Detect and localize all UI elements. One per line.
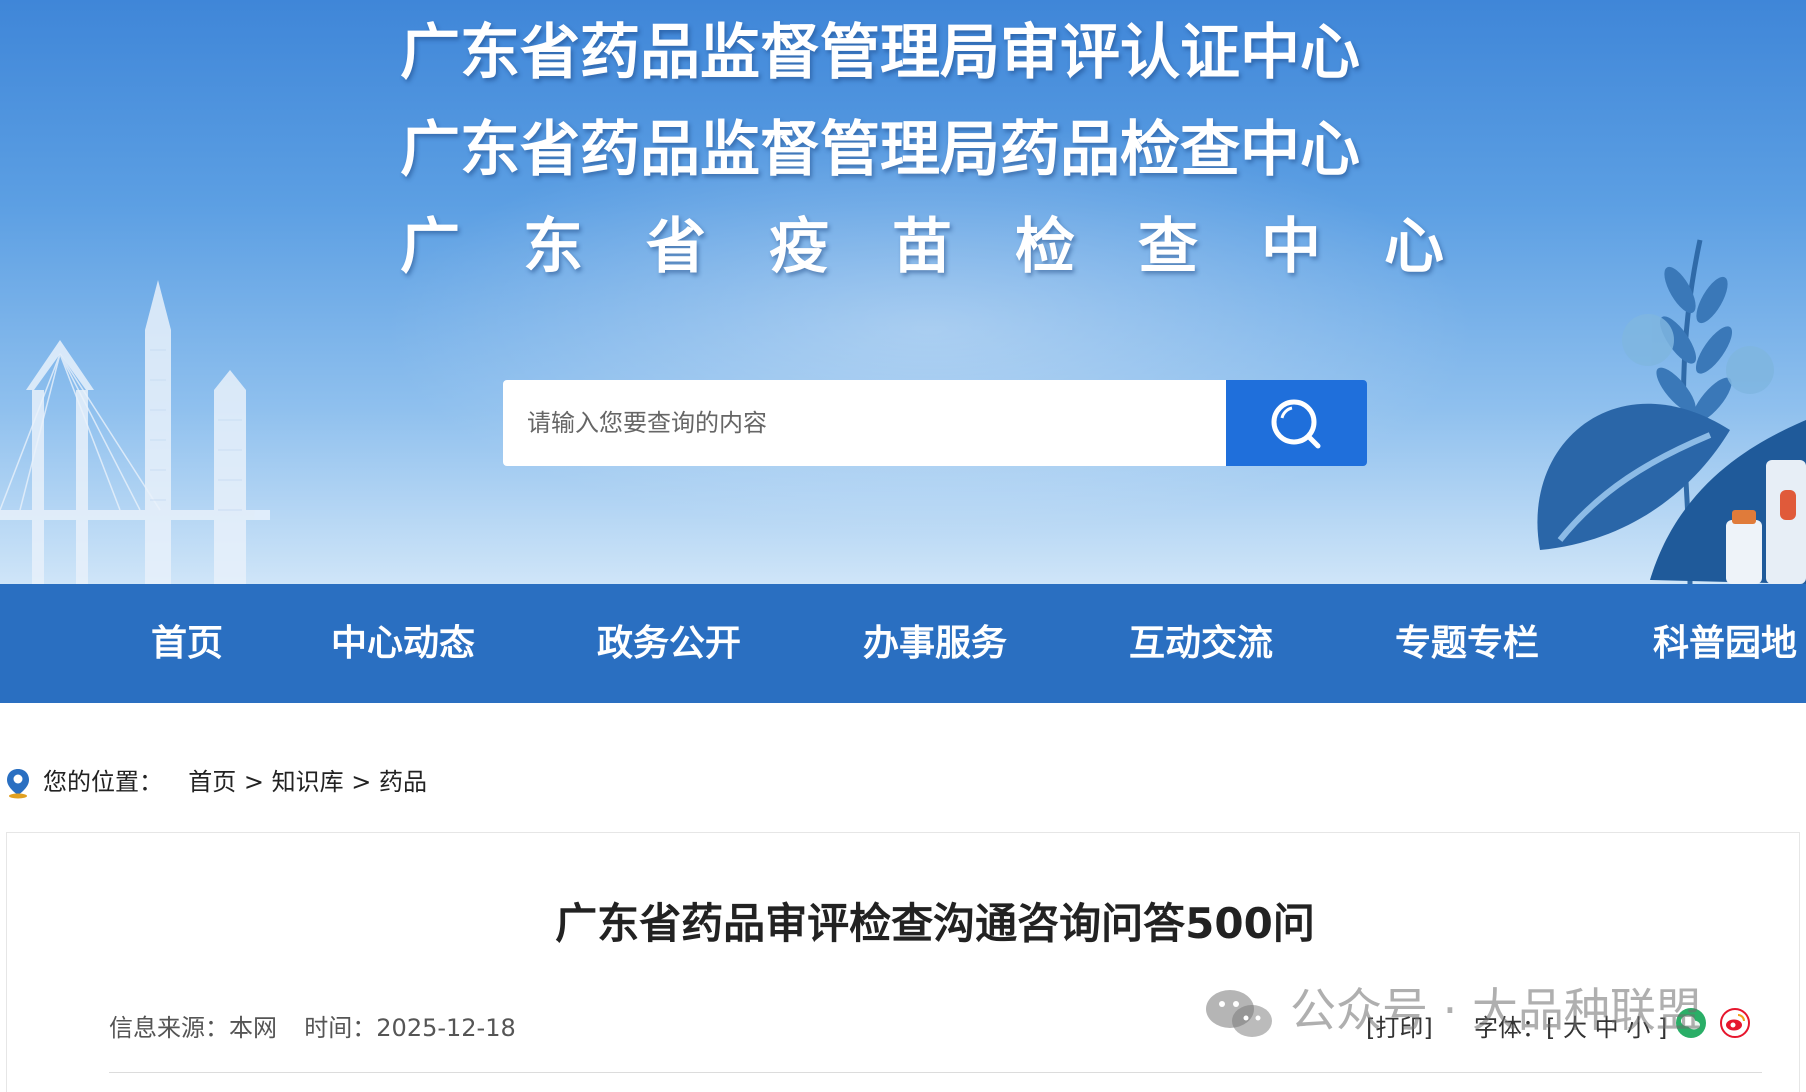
nav-item-gov-affairs[interactable]: 政务公开: [589, 584, 749, 703]
time-value: 2025-12-18: [376, 1014, 516, 1042]
article-card: [6, 832, 1800, 1092]
source-value: 本网: [229, 1014, 277, 1042]
banner-title-line-2: 广东省药品监督管理局药品检查中心: [400, 115, 1360, 185]
banner-title-line-1: 广东省药品监督管理局审评认证中心: [400, 18, 1360, 88]
main-nav: 首页 中心动态 政务公开 办事服务 互动交流 专题专栏 科普园地: [0, 584, 1806, 703]
breadcrumb-prefix: 您的位置：: [43, 768, 163, 796]
weibo-share-icon[interactable]: [1720, 1008, 1750, 1038]
nav-item-special-topics[interactable]: 专题专栏: [1387, 584, 1547, 703]
city-skyline-illustration: [0, 280, 270, 584]
plant-illustration: [1537, 239, 1806, 584]
banner-title-line-3: 广东省疫苗检查中心: [400, 212, 1507, 282]
nav-item-home[interactable]: 首页: [97, 584, 277, 703]
article-title: 广东省药品审评检查沟通咨询问答500问: [555, 899, 1315, 948]
nav-item-interaction[interactable]: 互动交流: [1121, 584, 1281, 703]
watermark-text: 公众号 · 大品种联盟: [1290, 983, 1702, 1037]
source-label: 信息来源：: [109, 1014, 229, 1042]
breadcrumb-drugs[interactable]: 药品: [379, 768, 427, 796]
article-divider: [109, 1072, 1762, 1073]
breadcrumb-separator: >: [343, 768, 380, 796]
nav-item-science[interactable]: 科普园地: [1653, 584, 1806, 703]
breadcrumb-knowledge-base[interactable]: 知识库: [272, 768, 344, 796]
breadcrumb-home[interactable]: 首页: [188, 768, 236, 796]
location-pin-icon: [7, 769, 29, 799]
time-label: 时间：: [304, 1014, 377, 1042]
search-icon: [1271, 399, 1321, 449]
wechat-watermark-icon: [1206, 989, 1272, 1037]
breadcrumb-separator: >: [236, 768, 272, 796]
header-banner: 广东省药品监督管理局审评认证中心 广东省药品监督管理局药品检查中心 广东省疫苗检…: [0, 0, 1806, 584]
article-meta: 信息来源：本网 时间：2025-12-18: [109, 1008, 516, 1043]
weibo-glyph-icon: [1726, 1014, 1745, 1031]
search-button[interactable]: [1226, 380, 1367, 466]
watermark: 公众号 · 大品种联盟: [1202, 980, 1702, 1040]
nav-item-services[interactable]: 办事服务: [855, 584, 1015, 703]
search-input[interactable]: [503, 380, 1226, 466]
nav-item-center-news[interactable]: 中心动态: [323, 584, 483, 703]
